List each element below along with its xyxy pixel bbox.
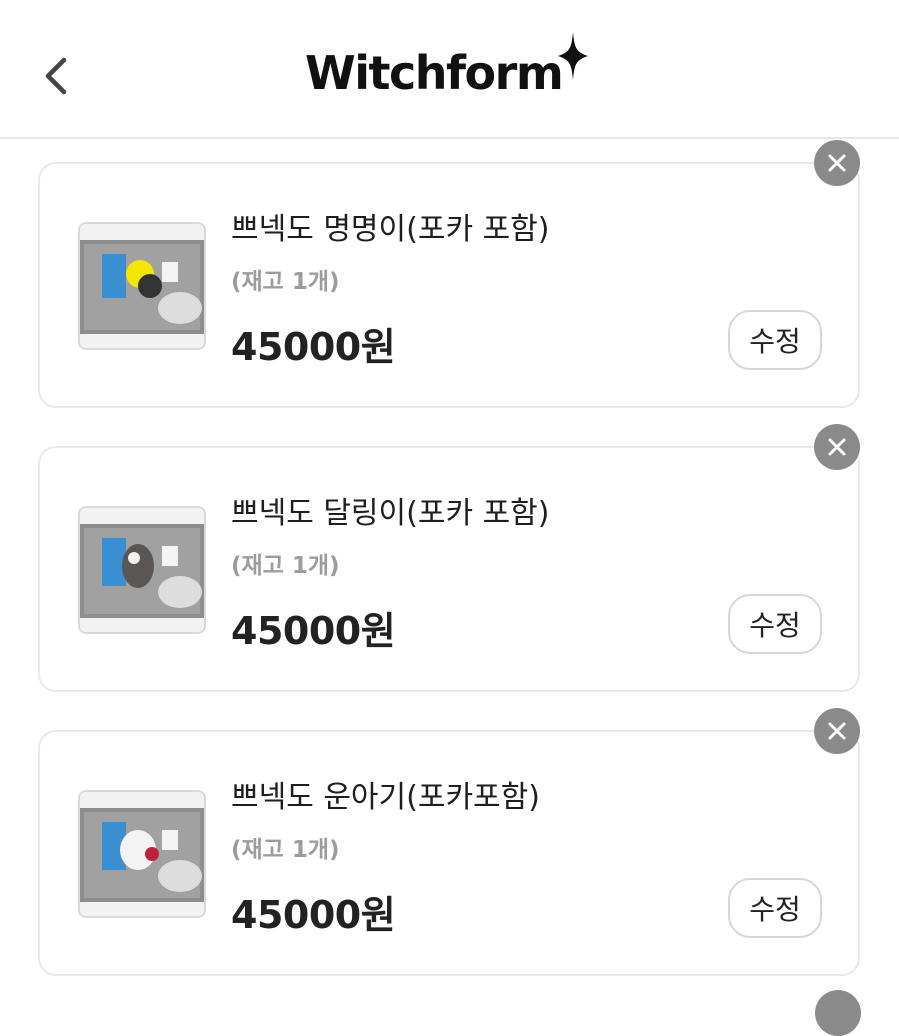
remove-item-button[interactable]: [814, 424, 860, 470]
edit-button[interactable]: 수정: [728, 310, 822, 370]
remove-item-button[interactable]: [814, 140, 860, 186]
remove-item-button[interactable]: [814, 708, 860, 754]
product-image: [80, 792, 204, 916]
witchform-logo[interactable]: Witchform: [305, 28, 590, 104]
product-title[interactable]: 쁘넥도 명명이(포카 포함): [231, 204, 549, 248]
remove-item-button-partial[interactable]: [815, 990, 861, 1036]
product-card[interactable]: 쁘넥도 운아기(포카포함) (재고 1개) 45000원 수정: [38, 730, 860, 976]
product-image: [80, 224, 204, 348]
stock-label: (재고 1개): [231, 837, 340, 863]
chevron-left-icon: [45, 57, 67, 95]
edit-button[interactable]: 수정: [728, 594, 822, 654]
product-title[interactable]: 쁘넥도 운아기(포카포함): [231, 772, 540, 816]
product-card[interactable]: 쁘넥도 명명이(포카 포함) (재고 1개) 45000원 수정: [38, 162, 860, 408]
stock-label: (재고 1개): [231, 553, 340, 579]
sparkle-star-icon: [558, 32, 589, 80]
close-icon: [828, 722, 846, 740]
logo-text: Witchform: [305, 46, 564, 100]
product-price: 45000원: [231, 325, 396, 369]
product-thumbnail[interactable]: [78, 790, 206, 918]
product-price: 45000원: [231, 893, 396, 937]
app-header: Witchform: [0, 0, 899, 139]
product-image: [80, 508, 204, 632]
stock-label: (재고 1개): [231, 269, 340, 295]
product-title[interactable]: 쁘넥도 달링이(포카 포함): [231, 488, 549, 532]
product-price: 45000원: [231, 609, 396, 653]
product-card[interactable]: 쁘넥도 달링이(포카 포함) (재고 1개) 45000원 수정: [38, 446, 860, 692]
close-icon: [828, 438, 846, 456]
edit-button[interactable]: 수정: [728, 878, 822, 938]
product-thumbnail[interactable]: [78, 506, 206, 634]
close-icon: [828, 154, 846, 172]
product-thumbnail[interactable]: [78, 222, 206, 350]
back-button[interactable]: [36, 50, 76, 102]
